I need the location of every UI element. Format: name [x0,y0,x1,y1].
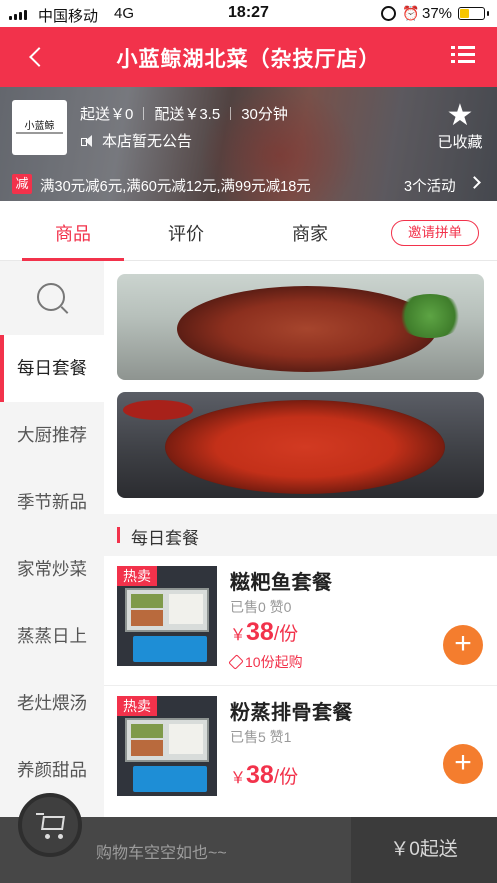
promo-tag: 减 [12,174,32,194]
product-card[interactable]: 热卖 粉蒸排骨套餐 已售5 赞1 ￥38/份 + [104,686,497,816]
status-bar: 中国移动 4G 18:27 ⏰ 37% [0,0,497,27]
category-steamed[interactable]: 蒸蒸日上 [0,603,104,670]
category-daily-set[interactable]: 每日套餐 [0,335,104,402]
shop-logo-text: 小蓝鲸 [24,121,55,132]
favorite-label: 已收藏 [437,134,483,151]
category-soup[interactable]: 老灶煨汤 [0,670,104,737]
cart-icon [36,812,66,840]
delivery-fee: 配送￥3.5 [154,106,221,123]
search-button[interactable] [0,261,104,335]
shop-info-banner: 小蓝鲸 起送￥0 配送￥3.5 30分钟 本店暂无公告 ★ 已收藏 减 满30元减6… [0,87,497,201]
min-purchase: 10份起购 [228,652,303,672]
notice-text: 本店暂无公告 [102,133,193,150]
tag-icon [228,654,244,670]
hot-badge: 热卖 [117,566,157,586]
cart-empty-text: 购物车空空如也~~ [96,845,227,862]
tab-reviews[interactable]: 评价 [146,220,226,246]
category-seasonal-new[interactable]: 季节新品 [0,469,104,536]
product-sales: 已售0 赞0 [230,599,292,615]
product-sales: 已售5 赞1 [230,729,292,745]
product-price: ￥38/份 [230,761,299,789]
tab-merchant[interactable]: 商家 [270,220,350,246]
section-title: 每日套餐 [131,529,199,548]
tab-goods[interactable]: 商品 [33,220,113,246]
promo-bar[interactable]: 减 满30元减6元,满60元减12元,满99元减18元 3个活动 [0,167,497,201]
menu-icon[interactable] [451,45,475,65]
add-to-cart-button[interactable]: + [443,625,483,665]
hot-badge: 热卖 [117,696,157,716]
battery-icon [458,7,489,20]
product-name: 糍粑鱼套餐 [230,572,333,594]
delivery-time: 30分钟 [241,106,288,123]
shop-notice: 本店暂无公告 [80,130,192,151]
back-icon[interactable] [22,43,52,73]
nav-header: 小蓝鲸湖北菜（杂技厅店） [0,27,497,87]
product-list: 每日套餐 热卖 糍粑鱼套餐 已售0 赞0 ￥38/份 10份起购 + 热卖 粉蒸… [104,261,497,817]
tab-bar: 商品 评价 商家 邀请拼单 [0,201,497,261]
product-price: ￥38/份 [230,618,299,646]
rotation-lock-icon [381,6,396,21]
chevron-right-icon [468,176,481,189]
promo-banner-image[interactable] [117,274,484,380]
cart-button[interactable] [18,793,82,857]
shop-logo: 小蓝鲸 [12,100,67,155]
checkout-button[interactable]: ￥0起送 [351,817,497,883]
speaker-icon [80,134,96,148]
promo-text: 满30元减6元,满60元减12元,满99元减18元 [40,179,311,195]
alarm-icon: ⏰ [402,5,420,21]
promo-banner-image[interactable] [117,392,484,498]
shop-delivery-info: 起送￥0 配送￥3.5 30分钟 [80,103,288,124]
min-order: 起送￥0 [80,106,134,123]
category-chef-recommend[interactable]: 大厨推荐 [0,402,104,469]
product-card[interactable]: 热卖 糍粑鱼套餐 已售0 赞0 ￥38/份 10份起购 + [104,556,497,686]
add-to-cart-button[interactable]: + [443,744,483,784]
page-title: 小蓝鲸湖北菜（杂技厅店） [116,48,381,71]
activity-count: 3个活动 [404,179,456,195]
category-sidebar: 每日套餐 大厨推荐 季节新品 家常炒菜 蒸蒸日上 老灶煨汤 养颜甜品 [0,261,104,821]
battery-percent: 37% [422,5,453,22]
favorite-button[interactable]: ★ 已收藏 [432,101,488,152]
invite-group-order-button[interactable]: 邀请拼单 [391,220,479,246]
category-home-stirfry[interactable]: 家常炒菜 [0,536,104,603]
star-icon: ★ [446,99,474,132]
product-name: 粉蒸排骨套餐 [230,702,353,724]
section-header: 每日套餐 [104,514,497,556]
